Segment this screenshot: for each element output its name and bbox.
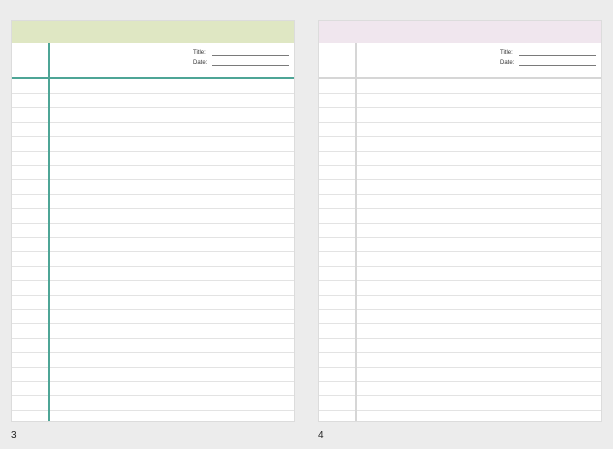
ruled-line: [12, 165, 294, 166]
ruled-line: [12, 338, 294, 339]
page-thumbnail-4[interactable]: Title: Date:: [318, 20, 602, 422]
ruled-line: [12, 323, 294, 324]
page-thumbnail-3[interactable]: Title: Date:: [11, 20, 295, 422]
ruled-line: [12, 266, 294, 267]
title-label: Title:: [193, 50, 206, 56]
title-blank-line: [212, 55, 289, 56]
ruled-line: [12, 107, 294, 108]
ruled-line: [12, 208, 294, 209]
header-band: [12, 21, 294, 43]
ruled-line: [12, 122, 294, 123]
ruled-line: [319, 93, 601, 94]
title-blank-line: [519, 55, 596, 56]
ruled-line: [319, 309, 601, 310]
ruled-line: [12, 367, 294, 368]
ruled-line: [319, 381, 601, 382]
ruled-line: [12, 151, 294, 152]
date-label: Date:: [193, 60, 208, 66]
ruled-line: [12, 93, 294, 94]
ruled-line: [12, 295, 294, 296]
date-field: Date:: [193, 60, 289, 66]
ruled-line: [319, 295, 601, 296]
title-field: Title:: [500, 50, 596, 56]
ruled-line: [319, 338, 601, 339]
date-field: Date:: [500, 60, 596, 66]
date-blank-line: [212, 65, 289, 66]
ruled-line: [319, 323, 601, 324]
title-field: Title:: [193, 50, 289, 56]
ruled-line: [12, 237, 294, 238]
margin-line: [355, 43, 357, 421]
date-label: Date:: [500, 60, 515, 66]
ruled-line: [319, 208, 601, 209]
ruled-line: [12, 223, 294, 224]
date-blank-line: [519, 65, 596, 66]
margin-line: [48, 43, 50, 421]
ruled-line: [12, 352, 294, 353]
ruled-line: [319, 410, 601, 411]
ruled-line: [319, 251, 601, 252]
page-number-4: 4: [318, 430, 324, 441]
ruled-line: [12, 251, 294, 252]
ruled-line: [12, 280, 294, 281]
ruled-line: [319, 122, 601, 123]
ruled-line: [319, 367, 601, 368]
page-number-3: 3: [11, 430, 17, 441]
ruled-line: [12, 381, 294, 382]
ruled-line: [319, 352, 601, 353]
ruled-line: [12, 194, 294, 195]
ruled-line: [12, 136, 294, 137]
ruled-line: [319, 223, 601, 224]
ruled-line: [319, 266, 601, 267]
ruled-line: [319, 165, 601, 166]
header-rule: [12, 77, 294, 79]
ruled-line: [319, 280, 601, 281]
ruled-line: [12, 395, 294, 396]
ruled-line: [319, 194, 601, 195]
ruled-line: [12, 179, 294, 180]
header-band: [319, 21, 601, 43]
title-label: Title:: [500, 50, 513, 56]
ruled-line: [319, 151, 601, 152]
header-rule: [319, 77, 601, 79]
ruled-line: [12, 309, 294, 310]
ruled-line: [319, 107, 601, 108]
ruled-line: [319, 237, 601, 238]
ruled-line: [319, 395, 601, 396]
ruled-line: [319, 179, 601, 180]
ruled-line: [319, 136, 601, 137]
ruled-line: [12, 410, 294, 411]
